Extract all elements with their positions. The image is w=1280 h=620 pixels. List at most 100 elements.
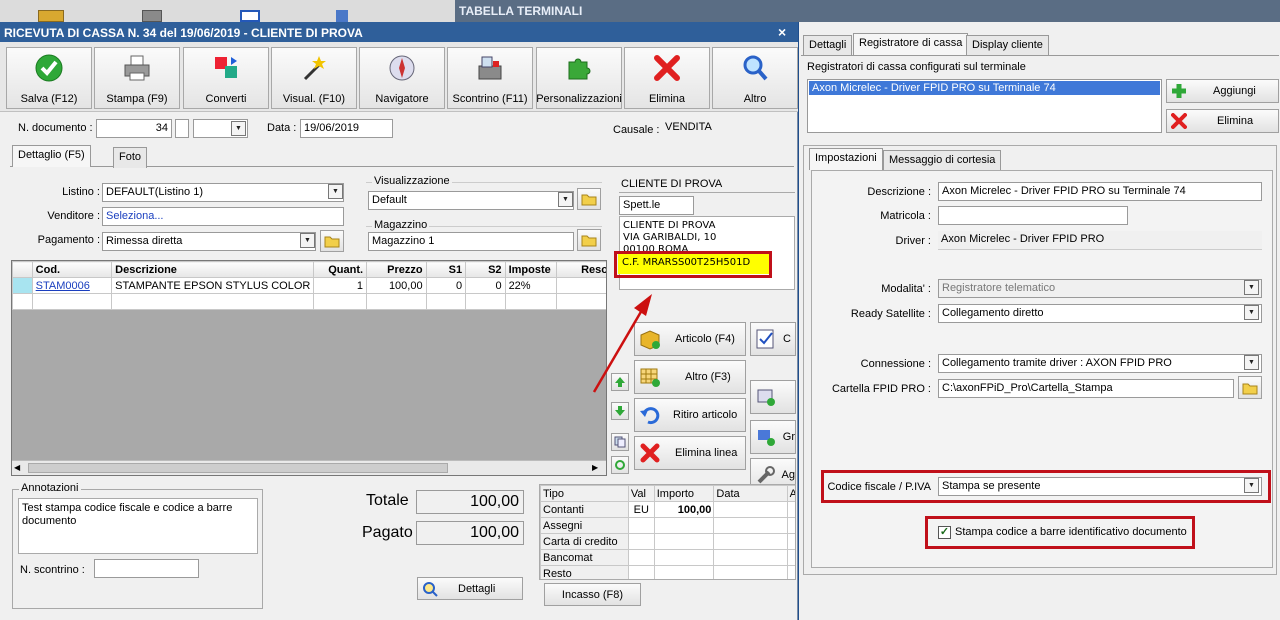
aggiungi-button[interactable]: Aggiungi xyxy=(1166,79,1279,103)
cell-description[interactable]: STAMPANTE EPSON STYLUS COLOR xyxy=(111,277,315,294)
tab-foto[interactable]: Foto xyxy=(113,147,148,168)
pay-amount[interactable] xyxy=(653,533,715,550)
scontrino-number-field[interactable] xyxy=(94,559,199,578)
pay-currency[interactable] xyxy=(627,517,655,534)
matricola-field[interactable] xyxy=(938,206,1128,225)
pagamento-folder-button[interactable] xyxy=(320,230,344,252)
grid-header[interactable]: Prezzo xyxy=(366,261,427,278)
desktop-icon[interactable] xyxy=(240,10,260,22)
pay-header[interactable]: A xyxy=(786,485,795,502)
pay-a[interactable] xyxy=(786,533,795,550)
table-row[interactable]: Assegni xyxy=(540,517,795,534)
move-down-button[interactable] xyxy=(611,402,629,420)
cartella-folder-button[interactable] xyxy=(1238,376,1262,399)
doc-number-field[interactable]: 34 xyxy=(96,119,172,138)
table-row[interactable] xyxy=(12,293,606,310)
ready-satellite-select[interactable]: Collegamento diretto xyxy=(938,304,1262,323)
pay-a[interactable] xyxy=(786,501,795,518)
list-item[interactable]: Axon Micrelec - Driver FPID PRO su Termi… xyxy=(809,81,1160,95)
tab-registratore[interactable]: Registratore di cassa xyxy=(853,33,969,55)
date-field[interactable]: 19/06/2019 xyxy=(300,119,393,138)
import-button[interactable] xyxy=(750,380,796,414)
grid-header[interactable]: Reso xyxy=(556,261,606,278)
save-button[interactable]: Salva (F12) xyxy=(6,47,92,109)
pay-a[interactable] xyxy=(786,565,795,579)
annotazioni-text[interactable]: Test stampa codice fiscale e codice a ba… xyxy=(18,498,258,554)
doc-series-select[interactable]: ▼ xyxy=(193,119,248,138)
dettagli-button[interactable]: Dettagli xyxy=(417,577,523,600)
incasso-button[interactable]: Incasso (F8) xyxy=(544,583,641,606)
chevron-down-icon[interactable]: ▼ xyxy=(1244,355,1259,370)
elimina-button[interactable]: Elimina xyxy=(1166,109,1279,133)
chevron-down-icon[interactable]: ▼ xyxy=(1244,305,1259,320)
refresh-row-button[interactable] xyxy=(611,456,629,474)
scontrino-button[interactable]: Scontrino (F11) xyxy=(447,47,533,109)
grid-header[interactable]: Cod. xyxy=(31,261,113,278)
table-row[interactable]: STAM0006 STAMPANTE EPSON STYLUS COLOR 1 … xyxy=(12,277,606,294)
pay-currency[interactable] xyxy=(627,565,655,579)
table-row[interactable]: Carta di credito xyxy=(540,533,795,550)
connessione-select[interactable]: Collegamento tramite driver : AXON FPID … xyxy=(938,354,1262,373)
descrizione-field[interactable]: Axon Micrelec - Driver FPID PRO su Termi… xyxy=(938,182,1262,201)
print-button[interactable]: Stampa (F9) xyxy=(94,47,180,109)
magazzino-folder-button[interactable] xyxy=(577,229,601,251)
chevron-down-icon[interactable]: ▼ xyxy=(328,184,343,199)
pay-amount[interactable] xyxy=(653,517,715,534)
scroll-right-icon[interactable]: ▶ xyxy=(592,463,598,472)
row-selector[interactable] xyxy=(12,293,33,310)
tab-dettagli[interactable]: Dettagli xyxy=(803,35,853,55)
visualizzazione-select[interactable]: Default xyxy=(368,191,574,210)
pay-date[interactable] xyxy=(713,533,788,550)
personalizzazioni-button[interactable]: Personalizzazioni xyxy=(536,47,622,109)
grid-header[interactable]: S2 xyxy=(465,261,506,278)
doc-suffix-field[interactable] xyxy=(175,119,189,138)
grid-header[interactable] xyxy=(12,261,33,278)
pay-amount[interactable] xyxy=(653,565,715,579)
elimina-linea-button[interactable]: Elimina linea xyxy=(634,436,746,470)
convert-button[interactable]: Converti xyxy=(183,47,269,109)
chevron-down-icon[interactable]: ▼ xyxy=(558,192,573,207)
venditore-field[interactable]: Seleziona... xyxy=(102,207,344,226)
desktop-icon[interactable] xyxy=(38,10,64,22)
grid-header[interactable]: S1 xyxy=(425,261,467,278)
grid-header[interactable]: Descrizione xyxy=(111,261,315,278)
pay-header[interactable]: Tipo xyxy=(540,485,629,502)
desktop-icon[interactable] xyxy=(336,10,348,22)
tab-messaggio-cortesia[interactable]: Messaggio di cortesia xyxy=(883,150,1002,170)
salutation-field[interactable]: Spett.le xyxy=(619,196,694,215)
grid-header[interactable]: Quant. xyxy=(313,261,368,278)
pagamento-select[interactable]: Rimessa diretta xyxy=(102,232,316,251)
cell-empty[interactable] xyxy=(313,293,368,310)
pay-a[interactable] xyxy=(786,517,795,534)
tab-impostazioni[interactable]: Impostazioni xyxy=(809,148,883,170)
pay-currency[interactable]: EU xyxy=(627,501,655,518)
pay-date[interactable] xyxy=(713,549,788,566)
tab-display-cliente[interactable]: Display cliente xyxy=(966,35,1049,55)
pay-date[interactable] xyxy=(713,517,788,534)
pay-header[interactable]: Val xyxy=(627,485,655,502)
listino-select[interactable]: DEFAULT(Listino 1) xyxy=(102,183,344,202)
cell-empty[interactable] xyxy=(111,293,315,310)
modalita-select[interactable]: Registratore telematico xyxy=(938,279,1262,298)
navigator-button[interactable]: Navigatore xyxy=(359,47,445,109)
registratori-list[interactable]: Axon Micrelec - Driver FPID PRO su Termi… xyxy=(807,79,1162,133)
chevron-down-icon[interactable]: ▼ xyxy=(300,233,315,248)
cell-quantity[interactable]: 1 xyxy=(313,277,368,294)
pay-amount[interactable]: 100,00 xyxy=(653,501,715,518)
copy-row-button[interactable] xyxy=(611,433,629,451)
table-row[interactable]: Resto xyxy=(540,565,795,579)
table-row[interactable]: Contanti EU 100,00 xyxy=(540,501,795,518)
cell-price[interactable]: 100,00 xyxy=(366,277,427,294)
cartella-field[interactable]: C:\axonFPiD_Pro\Cartella_Stampa xyxy=(938,379,1234,398)
chevron-down-icon[interactable]: ▼ xyxy=(231,121,246,136)
pay-date[interactable] xyxy=(713,565,788,579)
row-selector[interactable] xyxy=(12,277,33,294)
cell-s1[interactable]: 0 xyxy=(425,277,467,294)
delete-button[interactable]: Elimina xyxy=(624,47,710,109)
grid-header[interactable]: Imposte xyxy=(504,261,558,278)
pay-currency[interactable] xyxy=(627,549,655,566)
gr-button[interactable]: Gr xyxy=(750,420,796,454)
chevron-down-icon[interactable]: ▼ xyxy=(1244,280,1259,295)
visual-button[interactable]: Visual. (F10) xyxy=(271,47,357,109)
scroll-thumb[interactable] xyxy=(28,463,448,473)
